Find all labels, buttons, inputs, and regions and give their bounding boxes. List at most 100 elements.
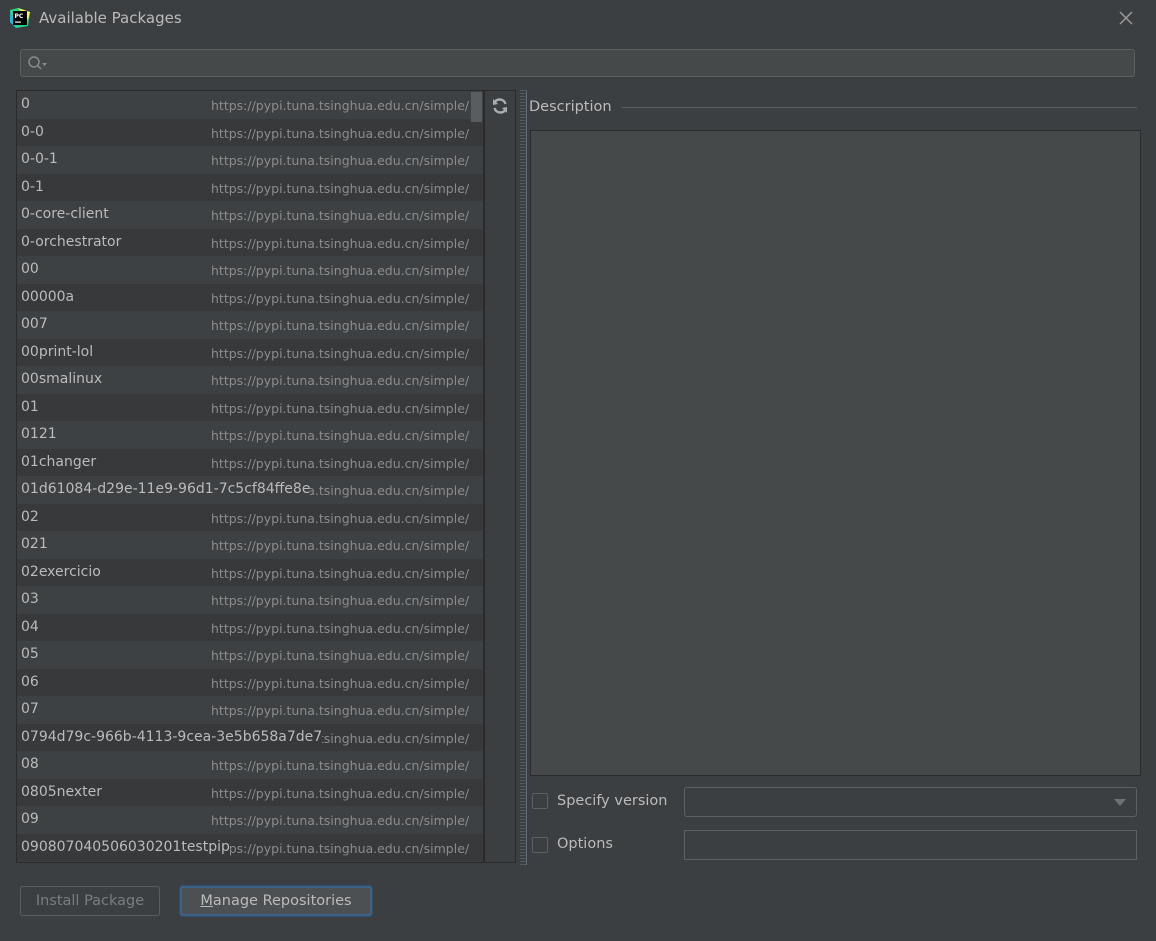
- list-toolbar: [484, 90, 516, 863]
- package-repository: https://pypi.tuna.tsinghua.edu.cn/simple…: [211, 620, 470, 636]
- package-repository: https://pypi.tuna.tsinghua.edu.cn/simple…: [211, 785, 470, 801]
- package-row[interactable]: 00print-lol https://pypi.tuna.tsinghua.ed…: [17, 338, 483, 366]
- package-name: 01: [21, 393, 39, 421]
- package-repository: https://pypi.tuna.tsinghua.edu.cn/simple…: [211, 345, 470, 361]
- package-name: 0-core-client: [21, 201, 109, 228]
- refresh-icon[interactable]: [491, 97, 509, 115]
- package-row[interactable]: 0794d79c-966b-4113-9cea-3e5b658a7de7 http…: [17, 723, 483, 751]
- package-name: 00: [21, 256, 39, 283]
- pycharm-icon: PC: [10, 8, 30, 28]
- package-repository: https://pypi.tuna.tsinghua.edu.cn/simple…: [211, 208, 470, 223]
- package-row[interactable]: 06 https://pypi.tuna.tsinghua.edu.cn/simp…: [17, 668, 483, 696]
- specify-version-label[interactable]: Specify version: [557, 793, 667, 809]
- package-row[interactable]: 090807040506030201testpip https://pypi.tu…: [17, 833, 483, 861]
- package-row[interactable]: 0-0 https://pypi.tuna.tsinghua.edu.cn/sim…: [17, 118, 483, 146]
- options-input[interactable]: [684, 830, 1137, 860]
- package-name: 02: [21, 503, 39, 531]
- package-row[interactable]: 01d61084-d29e-11e9-96d1-7c5cf84ffe8e http…: [17, 476, 483, 504]
- close-icon[interactable]: [1117, 9, 1135, 27]
- package-row[interactable]: 01changer https://pypi.tuna.tsinghua.edu.…: [17, 448, 483, 476]
- package-repository: https://pypi.tuna.tsinghua.edu.cn/simple…: [211, 98, 470, 113]
- package-repository: https://pypi.tuna.tsinghua.edu.cn/simple…: [211, 318, 470, 333]
- package-name: 08: [21, 751, 39, 778]
- options-checkbox[interactable]: [532, 837, 548, 853]
- package-row[interactable]: 0 https://pypi.tuna.tsinghua.edu.cn/simpl…: [17, 91, 483, 119]
- package-name: 05: [21, 641, 39, 668]
- package-name: 00000a: [21, 283, 75, 311]
- package-row[interactable]: 09 https://pypi.tuna.tsinghua.edu.cn/simp…: [17, 806, 483, 834]
- package-row[interactable]: 02exercicio https://pypi.tuna.tsinghua.ed…: [17, 558, 483, 586]
- package-name: 00smalinux: [21, 366, 103, 393]
- package-name: 02exercicio: [21, 558, 101, 586]
- package-repository: https://pypi.tuna.tsinghua.edu.cn/simple…: [211, 593, 470, 608]
- package-row[interactable]: 0-0-1 https://pypi.tuna.tsinghua.edu.cn/s…: [17, 146, 483, 174]
- package-name: 0805nexter: [21, 778, 103, 806]
- package-row[interactable]: 02 https://pypi.tuna.tsinghua.edu.cn/simp…: [17, 503, 483, 531]
- package-row[interactable]: 0-orchestrator https://pypi.tuna.tsinghua…: [17, 228, 483, 256]
- package-repository: https://pypi.tuna.tsinghua.edu.cn/simple…: [211, 153, 470, 168]
- package-name: 0-0: [21, 118, 44, 146]
- package-repository: https://pypi.tuna.tsinghua.edu.cn/simple…: [211, 813, 470, 828]
- description-separator: [621, 107, 1137, 108]
- package-repository: https://pypi.tuna.tsinghua.edu.cn/simple…: [211, 428, 470, 443]
- package-name: 0: [21, 91, 30, 118]
- version-select[interactable]: [684, 787, 1137, 817]
- package-repository: https://pypi.tuna.tsinghua.edu.cn/simple…: [211, 538, 470, 553]
- search-field[interactable]: [20, 49, 1135, 77]
- package-row[interactable]: 0121 https://pypi.tuna.tsinghua.edu.cn/si…: [17, 421, 483, 449]
- options-label[interactable]: Options: [557, 836, 613, 852]
- package-name: 06: [21, 668, 39, 696]
- splitter-line: [526, 90, 527, 865]
- install-package-button[interactable]: Install Package: [20, 886, 160, 916]
- package-row[interactable]: 007 https://pypi.tuna.tsinghua.edu.cn/sim…: [17, 311, 483, 339]
- package-repository: https://pypi.tuna.tsinghua.edu.cn/simple…: [211, 675, 470, 691]
- package-name: 090807040506030201testpip: [21, 833, 230, 861]
- package-row[interactable]: 00smalinux https://pypi.tuna.tsinghua.edu…: [17, 366, 483, 394]
- package-name: 021: [21, 531, 48, 558]
- package-repository: https://pypi.tuna.tsinghua.edu.cn/simple…: [211, 400, 470, 416]
- mnemonic: M: [200, 893, 213, 909]
- package-row[interactable]: 00000a https://pypi.tuna.tsinghua.edu.cn/…: [17, 283, 483, 311]
- dialog-title: Available Packages: [39, 9, 182, 27]
- package-name: 03: [21, 586, 39, 613]
- package-repository: https://pypi.tuna.tsinghua.edu.cn/simple…: [211, 565, 470, 581]
- package-name: 007: [21, 311, 48, 338]
- scrollbar-thumb[interactable]: [471, 92, 482, 122]
- package-row[interactable]: 07 https://pypi.tuna.tsinghua.edu.cn/simp…: [17, 696, 483, 724]
- package-repository: https://pypi.tuna.tsinghua.edu.cn/simple…: [211, 648, 470, 663]
- package-row[interactable]: 0-1 https://pypi.tuna.tsinghua.edu.cn/sim…: [17, 173, 483, 201]
- package-repository: https://pypi.tuna.tsinghua.edu.cn/simple…: [211, 125, 470, 141]
- package-name: 0-orchestrator: [21, 228, 122, 256]
- search-icon[interactable]: [27, 55, 49, 73]
- package-repository: https://pypi.tuna.tsinghua.edu.cn/simple…: [211, 263, 470, 278]
- package-repository: https://pypi.tuna.tsinghua.edu.cn/simple…: [211, 510, 470, 526]
- package-repository: https://pypi.tuna.tsinghua.edu.cn/simple…: [211, 290, 470, 306]
- package-row[interactable]: 08 https://pypi.tuna.tsinghua.edu.cn/simp…: [17, 751, 483, 779]
- package-name: 0121: [21, 421, 57, 448]
- package-name: 0794d79c-966b-4113-9cea-3e5b658a7de7: [21, 723, 323, 751]
- package-row[interactable]: 00 https://pypi.tuna.tsinghua.edu.cn/simp…: [17, 256, 483, 284]
- package-row[interactable]: 05 https://pypi.tuna.tsinghua.edu.cn/simp…: [17, 641, 483, 669]
- package-row[interactable]: 04 https://pypi.tuna.tsinghua.edu.cn/simp…: [17, 613, 483, 641]
- package-name: 0-0-1: [21, 146, 58, 173]
- package-name: 01changer: [21, 448, 97, 476]
- package-row[interactable]: 0805nexter https://pypi.tuna.tsinghua.edu…: [17, 778, 483, 806]
- package-name: 00print-lol: [21, 338, 94, 366]
- specify-version-checkbox[interactable]: [532, 793, 548, 809]
- package-row[interactable]: 021 https://pypi.tuna.tsinghua.edu.cn/sim…: [17, 531, 483, 559]
- package-row[interactable]: 0-core-client https://pypi.tuna.tsinghua.…: [17, 201, 483, 229]
- search-input[interactable]: [53, 52, 1127, 76]
- manage-repositories-button[interactable]: Manage Repositories: [180, 886, 372, 916]
- package-repository: https://pypi.tuna.tsinghua.edu.cn/simple…: [211, 840, 470, 856]
- package-name: 09: [21, 806, 39, 833]
- package-row[interactable]: 03 https://pypi.tuna.tsinghua.edu.cn/simp…: [17, 586, 483, 614]
- package-name: 04: [21, 613, 39, 641]
- package-row[interactable]: 01 https://pypi.tuna.tsinghua.edu.cn/simp…: [17, 393, 483, 421]
- manage-label: anage Repositories: [212, 893, 352, 909]
- package-repository: https://pypi.tuna.tsinghua.edu.cn/simple…: [211, 703, 470, 718]
- package-name: 01d61084-d29e-11e9-96d1-7c5cf84ffe8e: [21, 476, 311, 503]
- package-repository: https://pypi.tuna.tsinghua.edu.cn/simple…: [211, 235, 470, 251]
- chevron-down-icon: [1114, 799, 1126, 806]
- package-list[interactable]: 0 https://pypi.tuna.tsinghua.edu.cn/simpl…: [16, 90, 484, 863]
- package-repository: https://pypi.tuna.tsinghua.edu.cn/simple…: [211, 758, 470, 773]
